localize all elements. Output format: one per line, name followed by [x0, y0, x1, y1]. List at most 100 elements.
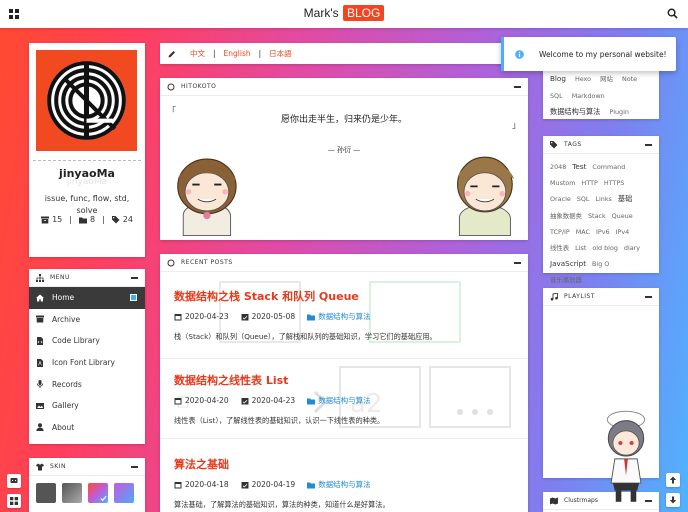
category-link[interactable]: 网站	[600, 75, 613, 83]
category-link[interactable]: Markdown	[572, 92, 605, 100]
tag-link[interactable]: Links	[595, 195, 611, 203]
recent-posts-header: RECENT POSTS	[160, 254, 528, 272]
tag-link[interactable]: 基础	[618, 194, 632, 203]
stat-tags[interactable]: 24	[111, 215, 133, 224]
collapse-icon[interactable]	[131, 276, 138, 279]
widgets-button[interactable]	[7, 494, 21, 508]
skin-swatch-rainbow-selected[interactable]	[88, 483, 108, 503]
right-character-illustration	[457, 156, 515, 237]
tag-link[interactable]: Stack	[588, 212, 606, 220]
tag-link[interactable]: SQL	[577, 195, 590, 203]
lang-english[interactable]: English	[224, 49, 251, 58]
category-link[interactable]: Note	[622, 75, 637, 83]
folder-icon	[78, 217, 87, 223]
scroll-to-top-button[interactable]	[666, 473, 680, 487]
welcome-notification[interactable]: Welcome to my personal website!	[501, 37, 676, 71]
category-link[interactable]: 数据结构与算法	[550, 107, 600, 116]
tshirt-icon	[36, 463, 44, 470]
tag-link[interactable]: Big O	[592, 260, 609, 268]
tag-link[interactable]: 线性表	[550, 244, 569, 252]
category-link[interactable]: Hexo	[575, 75, 591, 83]
tag-link[interactable]: 音乐播放器	[550, 276, 582, 284]
hitokoto-title: HITOKOTO	[181, 83, 217, 90]
menu-item-icon-font-library[interactable]: Icon Font Library	[29, 352, 145, 374]
post-title[interactable]: 数据结构之线性表 List	[174, 372, 514, 388]
skin-card: SKIN	[29, 458, 145, 512]
post-category-link[interactable]: 数据结构与算法	[318, 395, 371, 406]
tag-link[interactable]: Test	[572, 162, 586, 171]
post-item: 数据结构之栈 Stack 和队列 Queue 2020-04-23 2020-0…	[174, 288, 514, 342]
skin-swatch-gray[interactable]	[62, 483, 82, 503]
folder-open-icon	[307, 482, 316, 488]
menu-item-label: Records	[52, 379, 82, 389]
tag-link[interactable]: 抽象数据类	[550, 212, 582, 220]
circle-icon	[167, 259, 175, 266]
collapse-icon[interactable]	[131, 465, 138, 468]
menu-item-code-library[interactable]: Code Library	[29, 330, 145, 352]
lang-separator: |	[213, 49, 216, 58]
archive-icon	[36, 315, 44, 323]
tag-link[interactable]: old blog	[592, 244, 618, 252]
tag-link[interactable]: HTTPS	[604, 179, 624, 187]
skin-swatch-dark[interactable]	[36, 483, 56, 503]
scroll-to-bottom-button[interactable]	[666, 493, 680, 507]
menu-item-gallery[interactable]: Gallery	[29, 395, 145, 417]
menu-item-records[interactable]: Records	[29, 373, 145, 395]
menu-item-about[interactable]: About	[29, 417, 145, 439]
tag-link[interactable]: Command	[592, 163, 625, 171]
chat-button[interactable]	[7, 474, 21, 488]
notification-accent-bar	[501, 37, 504, 71]
post-category-link[interactable]: 数据结构与算法	[318, 479, 371, 490]
post-created-date: 2020-04-20	[185, 396, 229, 405]
post-created-date: 2020-04-18	[185, 480, 229, 489]
tag-link[interactable]: Queue	[612, 212, 633, 220]
lang-chinese[interactable]: 中文	[190, 48, 205, 59]
brand-badge: BLOG	[342, 5, 385, 21]
language-bar: 中文 | English | 日本語	[160, 43, 528, 64]
tag-link[interactable]: Oracle	[550, 195, 571, 203]
menu-item-label: Icon Font Library	[52, 358, 115, 368]
tag-link[interactable]: diary	[624, 244, 640, 252]
circle-icon	[167, 83, 175, 90]
tag-link[interactable]: IPv6	[596, 228, 610, 236]
profile-divider	[33, 160, 141, 161]
tag-link[interactable]: TCP/IP	[550, 228, 570, 236]
post-category-link[interactable]: 数据结构与算法	[318, 311, 371, 322]
category-link[interactable]: Blog	[550, 74, 566, 83]
collapse-icon[interactable]	[645, 143, 652, 146]
category-link[interactable]: Plugin	[609, 108, 629, 116]
user-icon	[36, 423, 44, 432]
tag-link[interactable]: List	[575, 244, 586, 252]
collapse-icon[interactable]	[645, 295, 652, 298]
profile-card: jinyaoMa jinyaoMa issue, func, flow, std…	[29, 43, 145, 288]
tag-link[interactable]: 2048	[550, 163, 566, 171]
menu-card: MENU Home Archive Code Library Icon Font…	[29, 269, 145, 444]
tag-link[interactable]: IPv4	[616, 228, 630, 236]
calendar-icon	[174, 313, 182, 320]
collapse-icon[interactable]	[514, 261, 521, 264]
arrow-up-icon	[669, 476, 677, 484]
mascot-character-illustration[interactable]	[598, 405, 654, 509]
tag-link[interactable]: HTTP	[582, 179, 598, 187]
category-link[interactable]: SQL	[550, 92, 563, 100]
tag-link[interactable]: JavaScript	[550, 259, 586, 268]
site-brand[interactable]: Mark's BLOG	[0, 5, 688, 21]
tag-link[interactable]: Mustom	[550, 179, 576, 187]
search-icon[interactable]	[667, 8, 678, 19]
post-title[interactable]: 数据结构之栈 Stack 和队列 Queue	[174, 288, 514, 304]
profile-stats: 15 | 8 | 24	[29, 215, 145, 224]
menu-item-archive[interactable]: Archive	[29, 309, 145, 331]
post-title[interactable]: 算法之基础	[174, 456, 514, 472]
skin-title: SKIN	[50, 463, 67, 470]
hitokoto-quote: 愿你出走半生，归来仍是少年。	[280, 115, 407, 125]
archive-box-icon	[41, 216, 50, 223]
recent-posts-card: RECENT POSTS a2 数据结构之栈 Stack 和队列 Queue 2…	[160, 254, 528, 512]
skin-swatch-purple-blue[interactable]	[114, 483, 134, 503]
pen-icon	[168, 50, 175, 57]
menu-item-home[interactable]: Home	[29, 287, 145, 309]
tag-link[interactable]: MAC	[576, 228, 590, 236]
stat-posts[interactable]: 15	[41, 215, 62, 224]
lang-japanese[interactable]: 日本語	[269, 48, 292, 59]
stat-categories[interactable]: 8	[78, 215, 95, 224]
collapse-icon[interactable]	[514, 85, 521, 88]
